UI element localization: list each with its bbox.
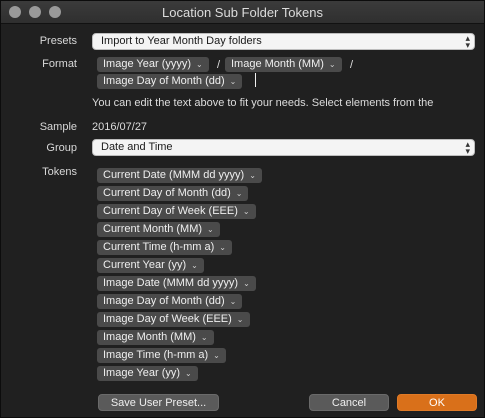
chevron-down-icon[interactable]: ⌄ [213, 351, 220, 360]
chevron-down-icon[interactable]: ⌄ [201, 333, 208, 342]
chevron-down-icon[interactable]: ⌄ [196, 60, 203, 69]
cancel-button[interactable]: Cancel [309, 394, 389, 411]
sample-value: 2016/07/27 [92, 121, 148, 133]
format-label: Format [42, 58, 77, 70]
token-item[interactable]: Current Time (h-mm a) ⌄ [97, 240, 232, 255]
chevron-down-icon[interactable]: ⌄ [191, 261, 198, 270]
chevron-down-icon[interactable]: ⌄ [249, 171, 256, 180]
chevron-down-icon[interactable]: ⌄ [329, 60, 336, 69]
presets-value: Import to Year Month Day folders [101, 35, 262, 47]
format-separator: / [217, 59, 221, 71]
token-item[interactable]: Current Day of Week (EEE) ⌄ [97, 204, 256, 219]
tokens-label: Tokens [42, 166, 77, 178]
presets-popup[interactable]: Import to Year Month Day folders ▴ ▾ [92, 33, 475, 50]
token-item[interactable]: Current Day of Month (dd) ⌄ [97, 186, 249, 201]
chevron-down-icon[interactable]: ⌄ [185, 369, 192, 378]
ok-button[interactable]: OK [397, 394, 477, 411]
sample-label: Sample [39, 121, 77, 133]
token-item[interactable]: Image Day of Month (dd) ⌄ [97, 294, 243, 309]
format-hint: You can edit the text above to fit your … [92, 97, 434, 109]
title-bar: Location Sub Folder Tokens [1, 1, 484, 24]
updown-arrows-icon: ▴ ▾ [465, 33, 470, 50]
group-value: Date and Time [101, 141, 173, 153]
token-item[interactable]: Image Day of Week (EEE) ⌄ [97, 312, 250, 327]
group-label: Group [46, 142, 77, 154]
token-item[interactable]: Image Year (yy) ⌄ [97, 366, 198, 381]
chevron-down-icon[interactable]: ⌄ [243, 279, 250, 288]
dialog-window: Location Sub Folder Tokens Presets Impor… [0, 0, 485, 418]
save-user-preset-button[interactable]: Save User Preset... [98, 394, 219, 411]
chevron-down-icon[interactable]: ⌄ [237, 315, 244, 324]
presets-label: Presets [39, 35, 77, 47]
format-token[interactable]: Image Month (MM) ⌄ [225, 57, 342, 72]
format-token[interactable]: Image Day of Month (dd) ⌄ [97, 74, 243, 89]
token-item[interactable]: Current Date (MMM dd yyyy) ⌄ [97, 168, 262, 183]
chevron-down-icon[interactable]: ⌄ [243, 207, 250, 216]
chevron-down-icon[interactable]: ⌄ [230, 77, 237, 86]
token-item[interactable]: Image Month (MM) ⌄ [97, 330, 214, 345]
token-item[interactable]: Image Time (h-mm a) ⌄ [97, 348, 226, 363]
token-item[interactable]: Image Date (MMM dd yyyy) ⌄ [97, 276, 256, 291]
updown-arrows-icon: ▴ ▾ [465, 139, 470, 156]
token-item[interactable]: Current Year (yy) ⌄ [97, 258, 204, 273]
chevron-down-icon[interactable]: ⌄ [219, 243, 226, 252]
format-separator: / [350, 59, 354, 71]
window-title: Location Sub Folder Tokens [162, 5, 323, 20]
group-popup[interactable]: Date and Time ▴ ▾ [92, 139, 475, 156]
token-item[interactable]: Current Month (MM) ⌄ [97, 222, 220, 237]
chevron-down-icon[interactable]: ⌄ [207, 225, 214, 234]
format-token[interactable]: Image Year (yyyy) ⌄ [97, 57, 209, 72]
chevron-down-icon[interactable]: ⌄ [236, 189, 243, 198]
chevron-down-icon[interactable]: ⌄ [230, 297, 237, 306]
text-caret [255, 73, 256, 87]
